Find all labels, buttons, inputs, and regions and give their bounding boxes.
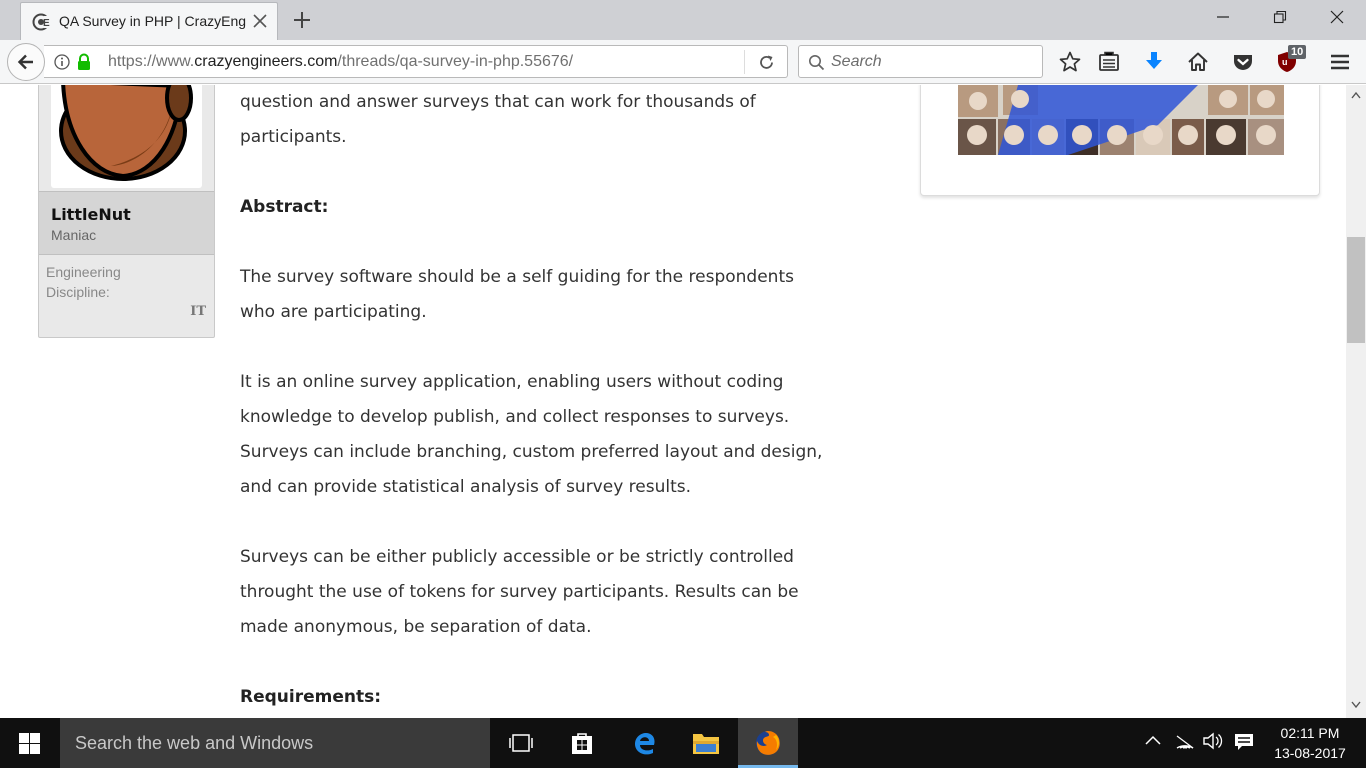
scroll-down-arrow-icon[interactable] (1351, 701, 1361, 709)
search-icon (809, 55, 825, 71)
crazyengineers-favicon-icon: E (32, 13, 50, 31)
post-text-line: Surveys can include branching, custom pr… (240, 442, 823, 462)
pocket-icon[interactable] (1231, 50, 1255, 74)
minimize-button[interactable] (1196, 0, 1252, 34)
post-body: question and answer surveys that can wor… (240, 85, 890, 715)
new-tab-icon[interactable] (290, 8, 314, 32)
minimize-icon (1217, 16, 1229, 18)
clock-time: 02:11 PM (1280, 725, 1340, 741)
show-hidden-icons-chevron-icon[interactable] (1144, 732, 1162, 750)
menu-hamburger-icon[interactable] (1328, 50, 1352, 74)
member-photos-image (958, 85, 1284, 155)
post-text-line: throught the use of tokens for survey pa… (240, 582, 799, 602)
url-separator (744, 50, 745, 74)
member-photo-grid[interactable] (958, 85, 1284, 155)
requirements-heading: Requirements: (240, 687, 382, 707)
task-view-button[interactable] (490, 718, 550, 768)
reload-icon[interactable] (758, 54, 775, 71)
post-text-line: question and answer surveys that can wor… (240, 92, 756, 112)
volume-icon[interactable] (1202, 732, 1224, 750)
taskbar-search-box[interactable]: Search the web and Windows (60, 718, 490, 768)
scroll-up-arrow-icon[interactable] (1351, 91, 1361, 99)
downloads-icon[interactable] (1142, 50, 1166, 74)
svg-text:u: u (1282, 57, 1288, 67)
page-content: LittleNut Maniac Engineering Discipline:… (0, 85, 1346, 718)
page-scrollbar[interactable] (1346, 85, 1366, 718)
user-avatar[interactable] (51, 85, 202, 188)
search-bar[interactable]: Search (798, 45, 1043, 78)
abstract-heading: Abstract: (240, 197, 329, 217)
restore-icon (1273, 10, 1287, 24)
post-text-line: knowledge to develop publish, and collec… (240, 407, 790, 427)
system-clock[interactable]: 02:11 PM 13-08-2017 (1265, 723, 1355, 763)
discipline-value: IT (190, 304, 206, 319)
browser-tab[interactable]: E QA Survey in PHP | CrazyEng (20, 2, 278, 40)
user-rank: Maniac (51, 227, 97, 243)
lock-icon[interactable] (76, 53, 92, 71)
post-text-line: Surveys can be either publicly accessibl… (240, 547, 794, 567)
post-text-line: participants. (240, 127, 347, 147)
firefox-app-button[interactable] (738, 718, 798, 768)
windows-logo-icon (19, 733, 40, 754)
discipline-label: Engineering Discipline: (46, 264, 121, 300)
search-placeholder: Search (831, 53, 882, 70)
navigation-toolbar: https://www.crazyengineers.com/threads/q… (0, 40, 1366, 84)
bookmark-star-icon[interactable] (1058, 50, 1082, 74)
post-text-line: The survey software should be a self gui… (240, 267, 794, 287)
post-text-line: made anonymous, be separation of data. (240, 617, 592, 637)
folder-icon (693, 734, 719, 754)
restore-button[interactable] (1253, 0, 1309, 34)
windows-taskbar: Search the web and Windows 02:11 PM 13-0… (0, 718, 1366, 768)
svg-text:E: E (43, 18, 50, 29)
tab-title: QA Survey in PHP | CrazyEng (59, 13, 247, 29)
firefox-icon (756, 731, 780, 755)
edge-app-button[interactable] (614, 718, 674, 768)
taskbar-search-placeholder: Search the web and Windows (75, 733, 314, 753)
store-icon (572, 733, 592, 754)
ublock-badge: 10 (1288, 45, 1307, 59)
back-arrow-icon (17, 54, 33, 70)
action-center-icon[interactable] (1234, 732, 1254, 752)
back-button[interactable] (7, 43, 45, 81)
start-button[interactable] (0, 718, 60, 768)
post-text-line: and can provide statistical analysis of … (240, 477, 692, 497)
store-app-button[interactable] (552, 718, 612, 768)
tab-bar: E QA Survey in PHP | CrazyEng (0, 0, 1366, 40)
acorn-avatar-image (59, 85, 193, 181)
close-window-button[interactable] (1310, 0, 1366, 34)
post-text-line: who are participating. (240, 302, 427, 322)
user-name-box: LittleNut Maniac (39, 191, 214, 255)
edge-browser-icon (635, 733, 655, 755)
file-explorer-button[interactable] (676, 718, 736, 768)
wifi-icon[interactable] (1175, 732, 1195, 750)
url-text[interactable]: https://www.crazyengineers.com/threads/q… (108, 53, 573, 71)
clock-date: 13-08-2017 (1274, 745, 1346, 761)
community-sidebar-widget (920, 85, 1320, 196)
username[interactable]: LittleNut (51, 205, 131, 224)
task-view-icon (509, 734, 533, 752)
tab-close-icon[interactable] (251, 12, 269, 30)
post-text-line: It is an online survey application, enab… (240, 372, 784, 392)
close-window-icon (1330, 10, 1344, 24)
info-icon[interactable] (54, 54, 70, 70)
reading-list-icon[interactable] (1097, 50, 1121, 74)
scrollbar-thumb[interactable] (1347, 237, 1365, 343)
url-bar[interactable]: https://www.crazyengineers.com/threads/q… (44, 45, 788, 78)
user-info-card: LittleNut Maniac Engineering Discipline:… (38, 85, 215, 338)
home-icon[interactable] (1186, 50, 1210, 74)
